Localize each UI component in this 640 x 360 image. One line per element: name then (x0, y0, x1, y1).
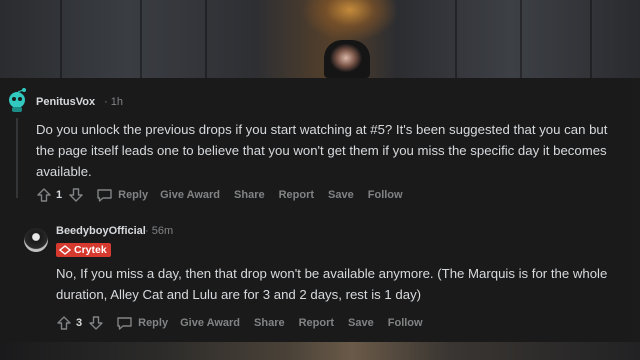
avatar[interactable] (24, 228, 48, 252)
reply-bubble-icon (117, 317, 132, 330)
vote-count: 1 (56, 189, 63, 201)
separator-dot: · (104, 96, 108, 108)
upvote-icon[interactable] (56, 315, 72, 331)
snoo-avatar-icon[interactable] (4, 85, 30, 113)
reply-label: Reply (118, 189, 149, 201)
background-game-art-top (0, 0, 640, 78)
flair-label: Crytek (74, 244, 107, 256)
user-flair-badge: Crytek (56, 243, 111, 257)
downvote-icon[interactable] (68, 187, 84, 203)
thread-line[interactable] (16, 118, 18, 198)
reply-bubble-icon (97, 189, 112, 202)
follow-button[interactable]: Follow (368, 189, 403, 201)
crytek-logo-icon (59, 245, 71, 255)
downvote-icon[interactable] (88, 315, 104, 331)
comment-body: Do you unlock the previous drops if you … (36, 122, 608, 179)
reply-button[interactable]: Reply (96, 187, 148, 203)
comment-timestamp: · 56m (145, 225, 173, 237)
give-award-button[interactable]: Give Award (160, 189, 220, 201)
give-award-button[interactable]: Give Award (180, 317, 240, 329)
vote-count: 3 (76, 317, 83, 329)
comment-author[interactable]: BeedyboyOfficial (56, 225, 146, 237)
background-character (324, 40, 370, 78)
comment-timestamp: · 1h (104, 96, 123, 108)
share-button[interactable]: Share (254, 317, 285, 329)
separator-dot: · (145, 225, 149, 237)
reply-label: Reply (138, 317, 169, 329)
background-game-art-bottom (0, 342, 640, 360)
comment-author[interactable]: PenitusVox (36, 96, 95, 108)
save-button[interactable]: Save (328, 189, 354, 201)
follow-button[interactable]: Follow (388, 317, 423, 329)
comment-action-bar: 1 Reply Give Award Share Report Save Fol… (36, 185, 417, 205)
share-button[interactable]: Share (234, 189, 265, 201)
save-button[interactable]: Save (348, 317, 374, 329)
report-button[interactable]: Report (279, 189, 314, 201)
comment-time: 1h (110, 96, 123, 108)
comment-time: 56m (151, 225, 174, 237)
reply-button[interactable]: Reply (116, 315, 168, 331)
comment-body: No, If you miss a day, then that drop wo… (56, 266, 608, 302)
comment-action-bar: 3 Reply Give Award Share Report Save Fol… (56, 313, 437, 333)
upvote-icon[interactable] (36, 187, 52, 203)
report-button[interactable]: Report (299, 317, 334, 329)
